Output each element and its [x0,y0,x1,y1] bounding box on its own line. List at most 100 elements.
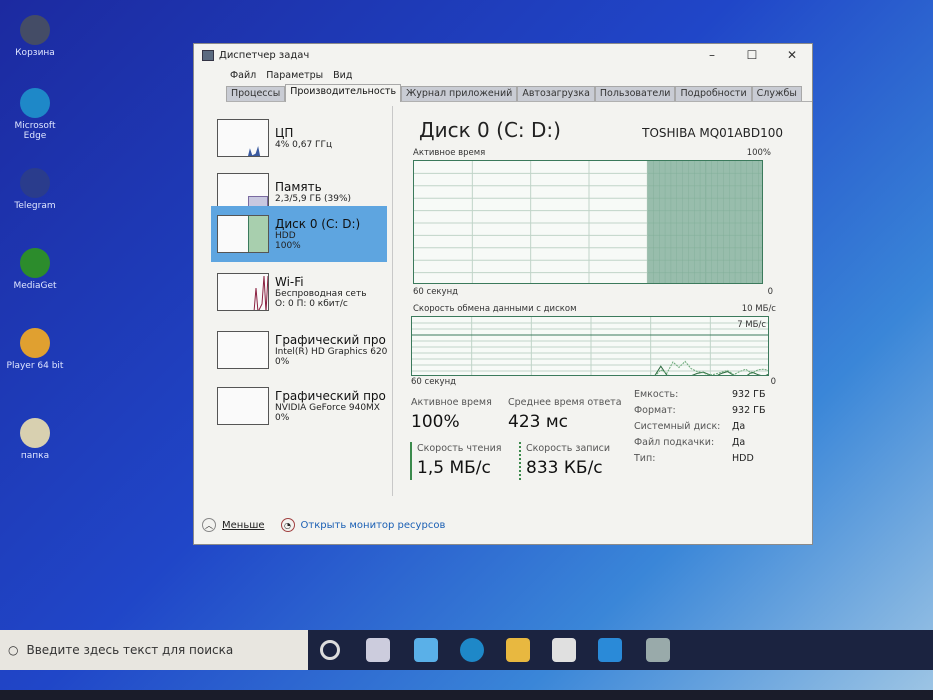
property-value: 932 ГБ [732,389,766,400]
minimize-button[interactable]: – [692,44,732,66]
close-button[interactable]: ✕ [772,44,812,66]
desktop-icon-label: папка [20,451,50,461]
active-chart-max: 100% [746,148,771,158]
sidebar-item-line1: HDD [275,231,296,241]
sidebar-item-text: Wi-Fi Беспроводная сеть О: 0 П: 0 кбит/с [275,275,367,309]
window-title: Диспетчер задач [219,49,310,61]
menu-item[interactable]: Вид [333,70,352,81]
search-input[interactable]: Введите здесь текст для поиска [26,643,233,657]
sidebar-item[interactable]: Wi-Fi Беспроводная сеть О: 0 П: 0 кбит/с [211,264,387,320]
sidebar-item-line1: 4% 0,67 ГГц [275,140,333,150]
tab[interactable]: Автозагрузка [517,86,595,101]
active-time-bar [723,161,730,283]
task-manager-taskbar-icon[interactable] [646,638,670,662]
desktop-app-icon [20,248,50,278]
open-resource-monitor-link[interactable]: Открыть монитор ресурсов [301,520,446,531]
edge-icon[interactable] [460,638,484,662]
property-value: 932 ГБ [732,405,766,416]
tab[interactable]: Пользователи [594,86,676,101]
active-time-bar [676,161,683,283]
sidebar-item-line2: 0% [275,413,290,423]
active-time-chart [413,160,763,284]
active-time-bar [752,161,759,283]
sidebar-item-line2: 100% [275,241,301,251]
chevron-up-icon: ︿ [202,518,216,532]
sidebar-item[interactable]: Графический про NVIDIA GeForce 940MX 0% [211,378,387,434]
task-view-icon[interactable] [366,638,390,662]
active-time-label: Активное время [411,397,492,408]
read-legend-line [410,442,412,480]
desktop-icon-label: Player 64 bit [6,361,64,371]
desktop-icon[interactable]: Telegram [2,168,68,211]
property-value: Да [732,421,746,432]
property-row: Формат: 932 ГБ [634,405,765,421]
property-row: Тип: HDD [634,453,765,469]
desktop-icon-label: MediaGet [13,281,57,291]
task-manager-icon [202,49,214,61]
read-speed-value: 1,5 МБ/с [417,458,491,478]
title-bar: Диспетчер задач – ☐ ✕ [194,44,812,66]
sidebar-item-text: ЦП 4% 0,67 ГГц [275,126,332,150]
sidebar-item-line1: NVIDIA GeForce 940MX [275,403,380,413]
fewer-details-link[interactable]: Меньше [222,520,265,531]
active-time-bar [758,161,762,283]
write-speed-value: 833 КБ/с [526,458,603,478]
read-speed-label: Скорость чтения [417,443,502,454]
active-time-bar [717,161,724,283]
sidebar-item-title: Память [275,180,322,194]
active-time-bar [659,161,666,283]
property-key: Формат: [634,405,676,416]
tab[interactable]: Процессы [226,86,286,101]
sidebar-item[interactable]: ЦП 4% 0,67 ГГц [211,110,387,166]
mail-icon[interactable] [598,638,622,662]
tab[interactable]: Производительность [285,84,402,102]
menu-item[interactable]: Файл [230,70,256,81]
active-time-value: 100% [411,412,460,432]
sidebar-item-line2: О: 0 П: 0 кбит/с [275,299,348,309]
tab[interactable]: Службы [751,86,802,101]
store-icon[interactable] [552,638,576,662]
desktop-icon[interactable]: MediaGet [2,248,68,291]
footer: ︿ Меньше ◔ Открыть монитор ресурсов [202,518,445,532]
sidebar-thumbnail [217,119,269,157]
desktop-icon[interactable]: Корзина [2,15,68,58]
transfer-chart-max: 10 МБ/с [741,304,776,314]
sidebar-item-line1: Intel(R) HD Graphics 620 [275,347,388,357]
write-speed-label: Скорость записи [526,443,611,454]
active-time-bar [664,161,672,283]
active-time-bar [682,161,689,283]
sidebar-item[interactable]: Графический про Intel(R) HD Graphics 620 0… [211,322,387,378]
menu-item[interactable]: Параметры [266,70,323,81]
tab[interactable]: Подробности [675,86,752,101]
sidebar-item-title: Wi-Fi [275,275,304,289]
sidebar-thumbnail [217,331,269,369]
cortana-icon[interactable] [320,640,340,660]
sidebar-thumbnail [217,387,269,425]
resource-monitor-icon: ◔ [280,518,295,532]
sidebar-item-title: Графический про [275,389,386,403]
sidebar-thumbnail [217,215,269,253]
transfer-chart-xleft: 60 секунд [411,377,457,387]
property-key: Тип: [634,453,656,464]
sidebar-item[interactable]: Диск 0 (C: D:) HDD 100% [211,206,387,262]
tab[interactable]: Журнал приложений [401,86,518,101]
transfer-rate-chart [411,316,769,376]
property-key: Файл подкачки: [634,437,715,448]
desktop-icon[interactable]: Player 64 bit [2,328,68,371]
maximize-button[interactable]: ☐ [732,44,772,66]
active-time-bar [653,161,660,283]
performance-sidebar: ЦП 4% 0,67 ГГц Память 2,3/5,9 ГБ (39%) Диск … [211,106,393,496]
sidebar-item-line2: 0% [275,357,290,367]
transfer-chart-xright: 0 [770,377,776,387]
this-pc-icon[interactable] [414,638,438,662]
desktop-icon[interactable]: папка [2,418,68,461]
disk-title: Диск 0 (C: D:) [419,118,561,142]
transfer-chart-scale-line: 7 МБ/с [737,320,766,330]
desktop-icon[interactable]: Microsoft Edge [2,88,68,141]
sidebar-item-title: ЦП [275,126,294,140]
write-legend-line [519,442,521,480]
taskbar-search[interactable]: ○ Введите здесь текст для поиска [0,630,308,670]
disk-detail-panel: Диск 0 (C: D:) TOSHIBA MQ01ABD100 Активн… [401,106,801,496]
sidebar-item-title: Диск 0 (C: D:) [275,217,361,231]
file-explorer-icon[interactable] [506,638,530,662]
